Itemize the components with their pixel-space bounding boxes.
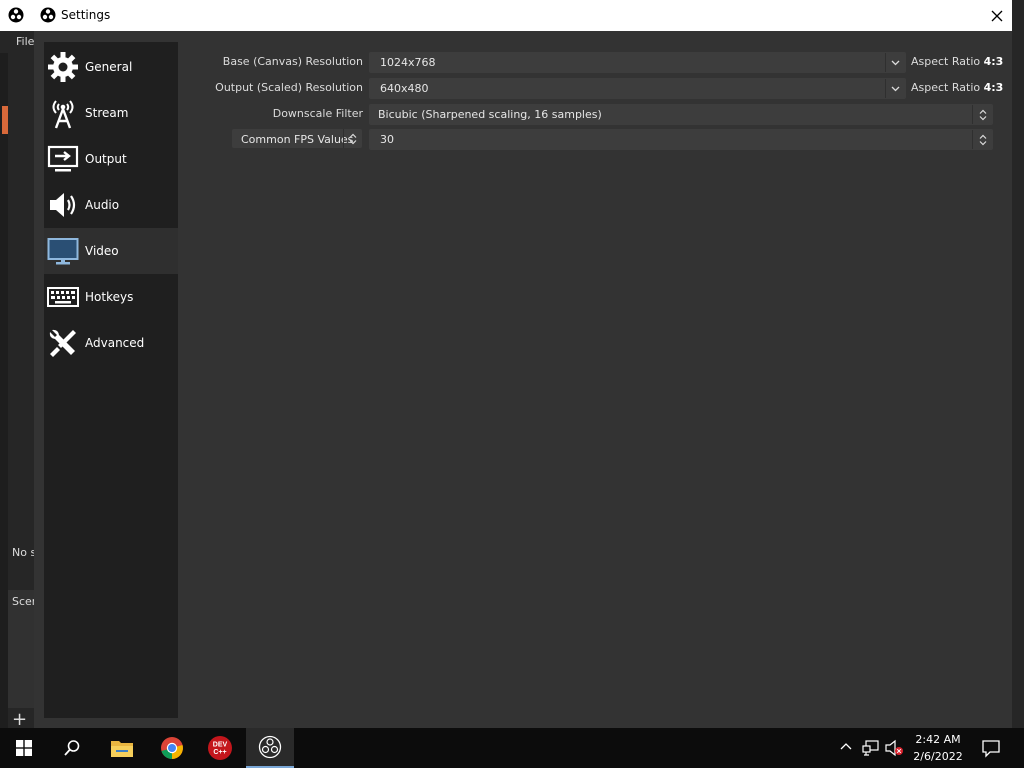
dialog-title: Settings (61, 8, 111, 22)
sidebar-item-audio[interactable]: Audio (44, 182, 178, 228)
main-left-strip (0, 53, 8, 728)
close-button[interactable] (982, 0, 1012, 31)
speaker-icon (50, 193, 76, 217)
windows-logo-icon (16, 740, 32, 756)
start-button[interactable] (0, 728, 48, 768)
sidebar-item-general[interactable]: General (44, 44, 178, 90)
obs-icon (8, 7, 24, 23)
fps-type-combo[interactable]: Common FPS Values (232, 129, 362, 148)
output-aspect-ratio: Aspect Ratio 4:3 (911, 81, 1004, 94)
downscale-filter-combo[interactable]: Bicubic (Sharpened scaling, 16 samples) (369, 104, 993, 125)
fps-value-combo[interactable]: 30 (369, 129, 993, 150)
network-icon[interactable] (862, 739, 880, 757)
obs-icon (258, 735, 282, 759)
settings-sidebar: General Stream Output Audio Video Hotkey… (44, 42, 178, 718)
gear-icon (48, 52, 78, 82)
sidebar-item-label: Stream (85, 106, 129, 120)
sidebar-item-advanced[interactable]: Advanced (44, 320, 178, 366)
folder-icon (111, 741, 133, 757)
sidebar-item-label: General (85, 60, 133, 74)
sidebar-item-label: Audio (85, 198, 120, 212)
broadcast-icon (52, 100, 74, 129)
output-resolution-value: 640x480 (380, 82, 429, 95)
fps-value: 30 (380, 133, 394, 146)
output-resolution-label: Output (Scaled) Resolution (215, 81, 363, 94)
sidebar-item-label: Hotkeys (85, 290, 134, 304)
base-resolution-combo[interactable]: 1024x768 (369, 52, 906, 73)
volume-muted-icon[interactable] (884, 739, 904, 757)
taskbar-clock[interactable]: 2:42 AM 2/6/2022 (906, 731, 970, 765)
devcpp-icon: DEV C++ (208, 736, 232, 760)
add-scene-button[interactable]: + (12, 709, 27, 730)
search-icon (64, 740, 80, 756)
taskbar-obs[interactable] (246, 728, 294, 768)
main-accent-marker (2, 106, 8, 134)
settings-dialog: Settings General Stream Output Audio Vid… (34, 0, 1012, 728)
main-titlebar (0, 0, 35, 31)
sidebar-item-stream[interactable]: Stream (44, 90, 178, 136)
downscale-filter-value: Bicubic (Sharpened scaling, 16 samples) (378, 108, 602, 121)
updown-arrows-icon[interactable] (343, 129, 362, 148)
sidebar-item-video[interactable]: Video (44, 228, 178, 274)
output-monitor-icon (47, 145, 79, 172)
base-aspect-ratio: Aspect Ratio 4:3 (911, 55, 1004, 68)
downscale-filter-label: Downscale Filter (272, 107, 363, 120)
chevron-down-icon[interactable] (885, 79, 905, 98)
base-resolution-label: Base (Canvas) Resolution (222, 55, 363, 68)
settings-titlebar: Settings (34, 0, 1012, 31)
close-icon (991, 10, 1003, 21)
clock-time: 2:42 AM (915, 733, 961, 746)
output-resolution-combo[interactable]: 640x480 (369, 78, 906, 99)
taskbar-chrome[interactable] (148, 728, 196, 768)
chevron-up-icon[interactable] (840, 742, 852, 750)
chevron-down-icon[interactable] (885, 53, 905, 72)
sidebar-item-hotkeys[interactable]: Hotkeys (44, 274, 178, 320)
updown-arrows-icon[interactable] (972, 105, 992, 124)
main-right-strip (1012, 31, 1024, 728)
updown-arrows-icon[interactable] (972, 130, 992, 149)
windows-taskbar: DEV C++ 2:42 AM 2/6/2022 (0, 728, 1024, 768)
sidebar-item-label: Output (85, 152, 127, 166)
sidebar-item-label: Advanced (85, 336, 145, 350)
monitor-icon (47, 238, 79, 265)
notification-icon[interactable] (980, 737, 1002, 759)
tools-icon (49, 329, 76, 357)
scenes-label: Scer (12, 595, 37, 608)
sidebar-item-output[interactable]: Output (44, 136, 178, 182)
chrome-icon (161, 737, 183, 759)
base-resolution-value: 1024x768 (380, 56, 436, 69)
keyboard-icon (47, 287, 79, 307)
no-source-text: No s (12, 546, 37, 559)
obs-icon (40, 7, 56, 23)
svg-text:C++: C++ (213, 749, 226, 756)
sidebar-item-label: Video (85, 244, 119, 258)
taskbar-file-explorer[interactable] (98, 728, 146, 768)
clock-date: 2/6/2022 (913, 750, 963, 763)
taskbar-devcpp[interactable]: DEV C++ (196, 728, 244, 768)
taskbar-search-button[interactable] (48, 728, 96, 768)
fps-type-value: Common FPS Values (241, 133, 354, 146)
svg-text:DEV: DEV (213, 742, 228, 749)
